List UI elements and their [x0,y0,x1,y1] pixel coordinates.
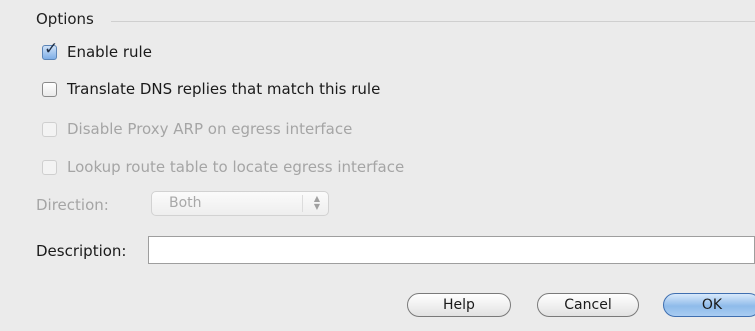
checkmark-icon: ✓ [44,38,59,59]
direction-select-divider [302,195,303,212]
translate-dns-checkbox[interactable] [42,81,57,97]
translate-dns-label[interactable]: Translate DNS replies that match this ru… [67,80,380,98]
lookup-route-table-label: Lookup route table to locate egress inte… [67,158,405,176]
disable-proxy-arp-option: Disable Proxy ARP on egress interface [42,120,352,138]
direction-label: Direction: [36,196,109,214]
direction-select: Both ▲ ▼ [151,191,329,216]
description-label: Description: [36,242,127,260]
lookup-route-table-option: Lookup route table to locate egress inte… [42,158,404,176]
options-group-divider [111,21,755,22]
description-input[interactable] [148,236,755,264]
lookup-route-table-checkbox [42,159,57,175]
direction-select-value: Both [169,195,202,211]
enable-rule-checkbox[interactable]: ✓ [42,40,58,60]
cancel-button[interactable]: Cancel [537,293,639,317]
up-down-arrows-icon: ▲ ▼ [313,194,320,211]
enable-rule-label[interactable]: Enable rule [67,43,152,61]
options-group-title: Options [36,10,94,28]
ok-button[interactable]: OK [663,293,755,317]
translate-dns-option[interactable]: Translate DNS replies that match this ru… [42,80,380,98]
help-button[interactable]: Help [407,293,511,317]
disable-proxy-arp-label: Disable Proxy ARP on egress interface [67,120,353,138]
nat-rule-options-panel: Options ✓ Enable rule Translate DNS repl… [0,0,755,331]
enable-rule-option[interactable]: ✓ Enable rule [42,40,152,61]
disable-proxy-arp-checkbox [42,121,57,137]
